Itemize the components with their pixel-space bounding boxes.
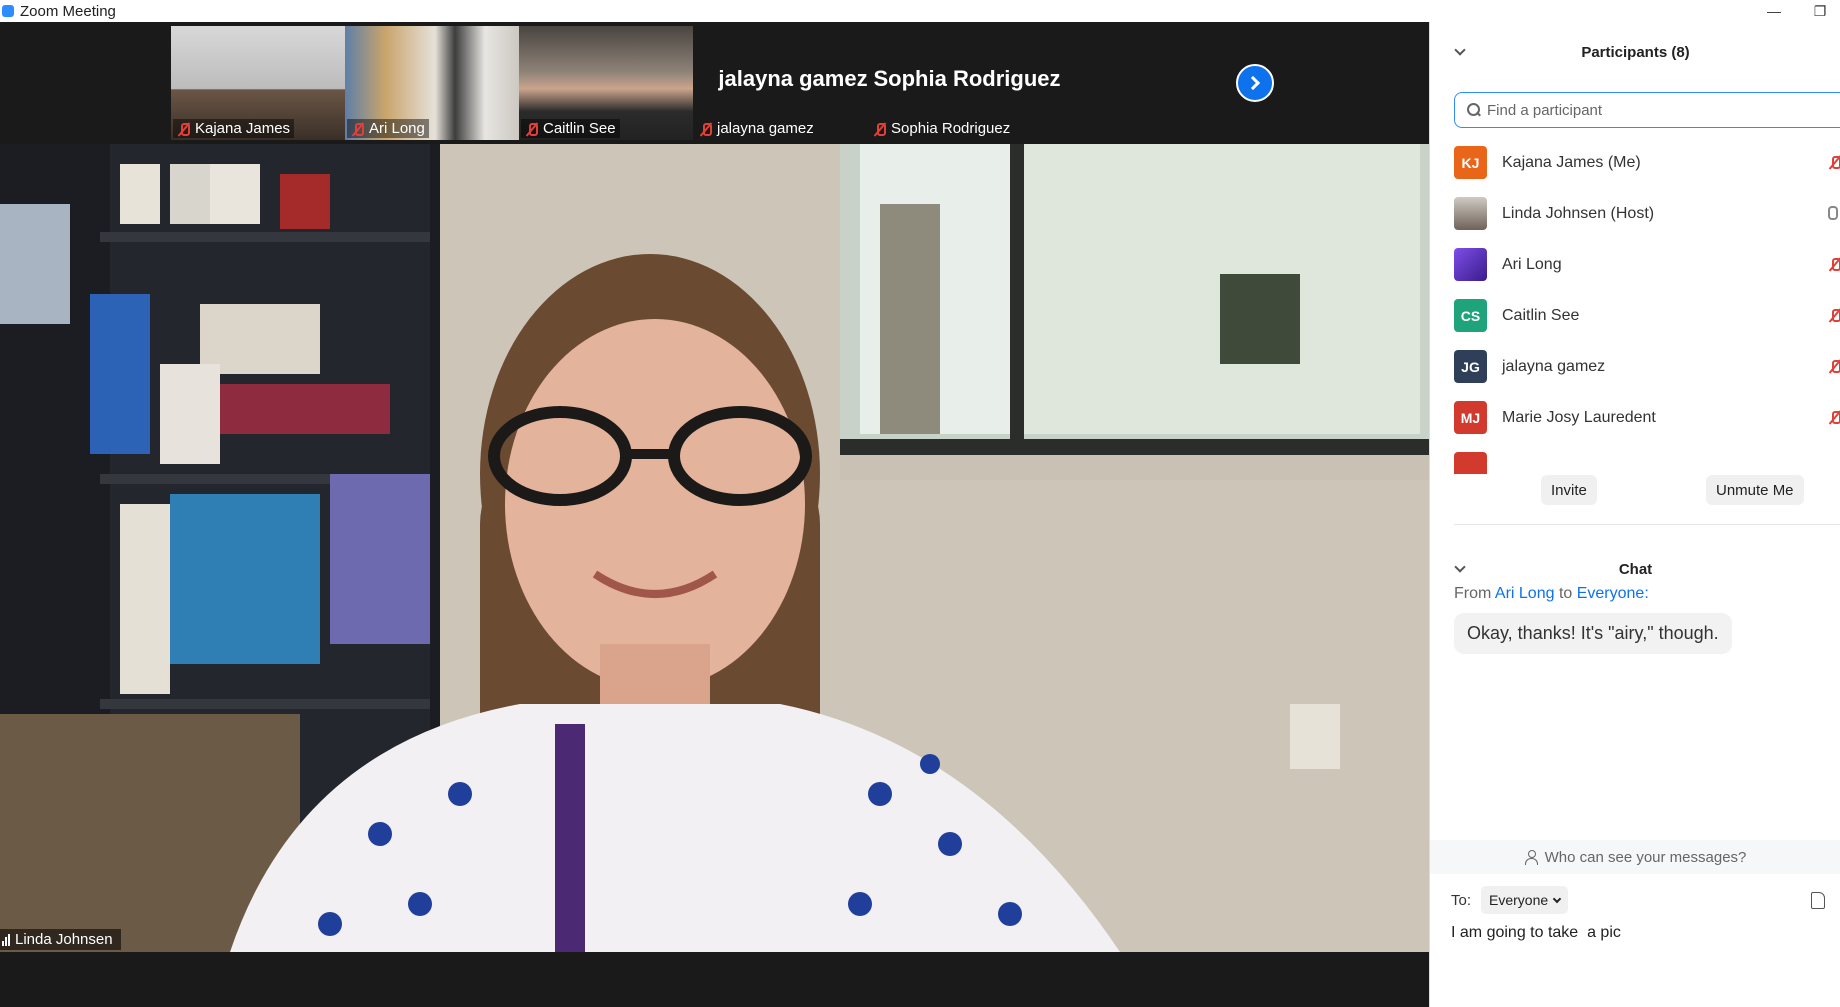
participant-name: jalayna gamez [1502, 357, 1606, 375]
divider [1454, 524, 1840, 525]
participant-name: Ari Long [1502, 255, 1562, 273]
chat-header: Chat [1430, 554, 1840, 584]
chat-input[interactable] [1451, 924, 1821, 942]
to-label: To: [1451, 891, 1472, 909]
unmute-me-button[interactable]: Unmute Me [1706, 475, 1804, 505]
thumbnail-sophia-rodriguez[interactable]: Sophia Rodriguez Sophia Rodriguez [867, 26, 1067, 140]
video-area: Kajana James Ari Long Caitlin See jalayn… [0, 22, 1429, 1007]
mic-muted-icon[interactable] [1828, 155, 1840, 169]
mic-muted-icon [177, 122, 191, 136]
participant-row[interactable]: JG jalayna gamez [1430, 341, 1840, 392]
search-icon [1467, 103, 1481, 117]
thumbnail-nameplate: jalayna gamez [695, 119, 818, 138]
avatar [1454, 197, 1487, 230]
mic-muted-icon[interactable] [1828, 308, 1840, 322]
avatar [1454, 452, 1487, 474]
participant-name: Marie Josy Lauredent [1502, 408, 1656, 426]
thumbnail-name: Ari Long [369, 120, 425, 137]
speaker-video-feed [0, 144, 1429, 952]
zoom-app-icon [2, 5, 14, 17]
thumbnail-nameplate: Caitlin See [521, 119, 620, 138]
next-page-button[interactable] [1236, 64, 1274, 102]
invite-button[interactable]: Invite [1541, 475, 1597, 505]
person-icon [1524, 850, 1539, 865]
title-bar: Zoom Meeting — ❐ [0, 0, 1840, 22]
avatar: CS [1454, 299, 1487, 332]
speaker-nameplate: Linda Johnsen [0, 929, 121, 950]
participant-list: KJ Kajana James (Me) Linda Johnsen (Host… [1430, 137, 1840, 474]
thumbnail-display-name: Sophia Rodriguez [873, 66, 1061, 91]
avatar: JG [1454, 350, 1487, 383]
participant-row[interactable]: CS Caitlin See [1430, 290, 1840, 341]
thumbnail-nameplate: Kajana James [173, 119, 295, 138]
who-can-see-banner[interactable]: Who can see your messages? [1430, 840, 1840, 874]
mic-icon[interactable] [1828, 206, 1838, 220]
mic-muted-icon[interactable] [1828, 257, 1840, 271]
participants-title: Participants (8) [1581, 43, 1690, 61]
participant-row[interactable]: Linda Johnsen (Host) [1430, 188, 1840, 239]
thumbnail-jalayna-gamez[interactable]: jalayna gamez jalayna gamez [693, 26, 893, 140]
thumbnail-name: Sophia Rodriguez [891, 120, 1011, 137]
thumbnail-name: Kajana James [195, 120, 291, 137]
to-text: to [1558, 585, 1573, 602]
participant-search[interactable] [1454, 92, 1840, 128]
thumbnail-caitlin-see[interactable]: Caitlin See [519, 26, 719, 140]
participant-row[interactable]: MJ Marie Josy Lauredent [1430, 392, 1840, 443]
thumbnail-name: jalayna gamez [717, 120, 814, 137]
collapse-chevron-icon[interactable] [1454, 561, 1466, 573]
thumbnail-name: Caitlin See [543, 120, 616, 137]
chat-message-bubble: Okay, thanks! It's "airy," though. [1454, 613, 1732, 654]
participants-header: Participants (8) [1430, 37, 1840, 67]
who-can-see-text: Who can see your messages? [1544, 848, 1747, 866]
participant-row[interactable]: KJ Kajana James (Me) [1430, 137, 1840, 188]
chat-recipient-row: To: Everyone [1451, 886, 1569, 914]
recipient-dropdown[interactable]: Everyone [1481, 886, 1569, 914]
speaker-name: Linda Johnsen [15, 931, 113, 948]
participant-row-partial[interactable] [1430, 443, 1840, 474]
thumbnail-ari-long[interactable]: Ari Long [345, 26, 545, 140]
minimize-button[interactable]: — [1754, 0, 1794, 22]
thumbnail-nameplate: Sophia Rodriguez [869, 119, 1014, 138]
thumbnail-display-name: jalayna gamez [718, 66, 868, 91]
chat-message-header: From Ari Long to Everyone: [1454, 585, 1649, 603]
participant-name: Caitlin See [1502, 306, 1580, 324]
thumbnail-kajana-james[interactable]: Kajana James [171, 26, 371, 140]
mic-muted-icon[interactable] [1828, 410, 1840, 424]
avatar [1454, 248, 1487, 281]
from-prefix: From [1454, 585, 1492, 602]
recipient-value: Everyone [1489, 892, 1549, 908]
file-icon[interactable] [1811, 892, 1825, 909]
main-video[interactable]: Linda Johnsen [0, 144, 1429, 952]
window-title: Zoom Meeting [20, 2, 116, 20]
chevron-right-icon [1245, 75, 1261, 91]
participant-name: Kajana James (Me) [1502, 153, 1641, 171]
side-panel: Participants (8) KJ Kajana James (Me) Li… [1429, 22, 1840, 1007]
restore-button[interactable]: ❐ [1800, 0, 1840, 22]
thumbnail-nameplate: Ari Long [347, 119, 429, 138]
collapse-chevron-icon[interactable] [1454, 44, 1466, 56]
mic-muted-icon [699, 122, 713, 136]
chat-title: Chat [1618, 560, 1653, 578]
avatar: MJ [1454, 401, 1487, 434]
mic-muted-icon [351, 122, 365, 136]
signal-strength-icon [2, 933, 10, 946]
recipient-link[interactable]: Everyone: [1577, 585, 1649, 602]
participant-search-input[interactable] [1487, 101, 1787, 119]
mic-muted-icon [873, 122, 887, 136]
avatar: KJ [1454, 146, 1487, 179]
participant-actions: Invite Unmute Me [1430, 475, 1840, 507]
thumbnail-strip: Kajana James Ari Long Caitlin See jalayn… [0, 22, 1429, 144]
participant-name: Linda Johnsen (Host) [1502, 204, 1655, 222]
mic-muted-icon [525, 122, 539, 136]
participant-row[interactable]: Ari Long [1430, 239, 1840, 290]
chevron-down-icon [1552, 894, 1562, 903]
sender-link[interactable]: Ari Long [1495, 585, 1555, 602]
meeting-controls-bar [0, 952, 1429, 1007]
mic-muted-icon[interactable] [1828, 359, 1840, 373]
